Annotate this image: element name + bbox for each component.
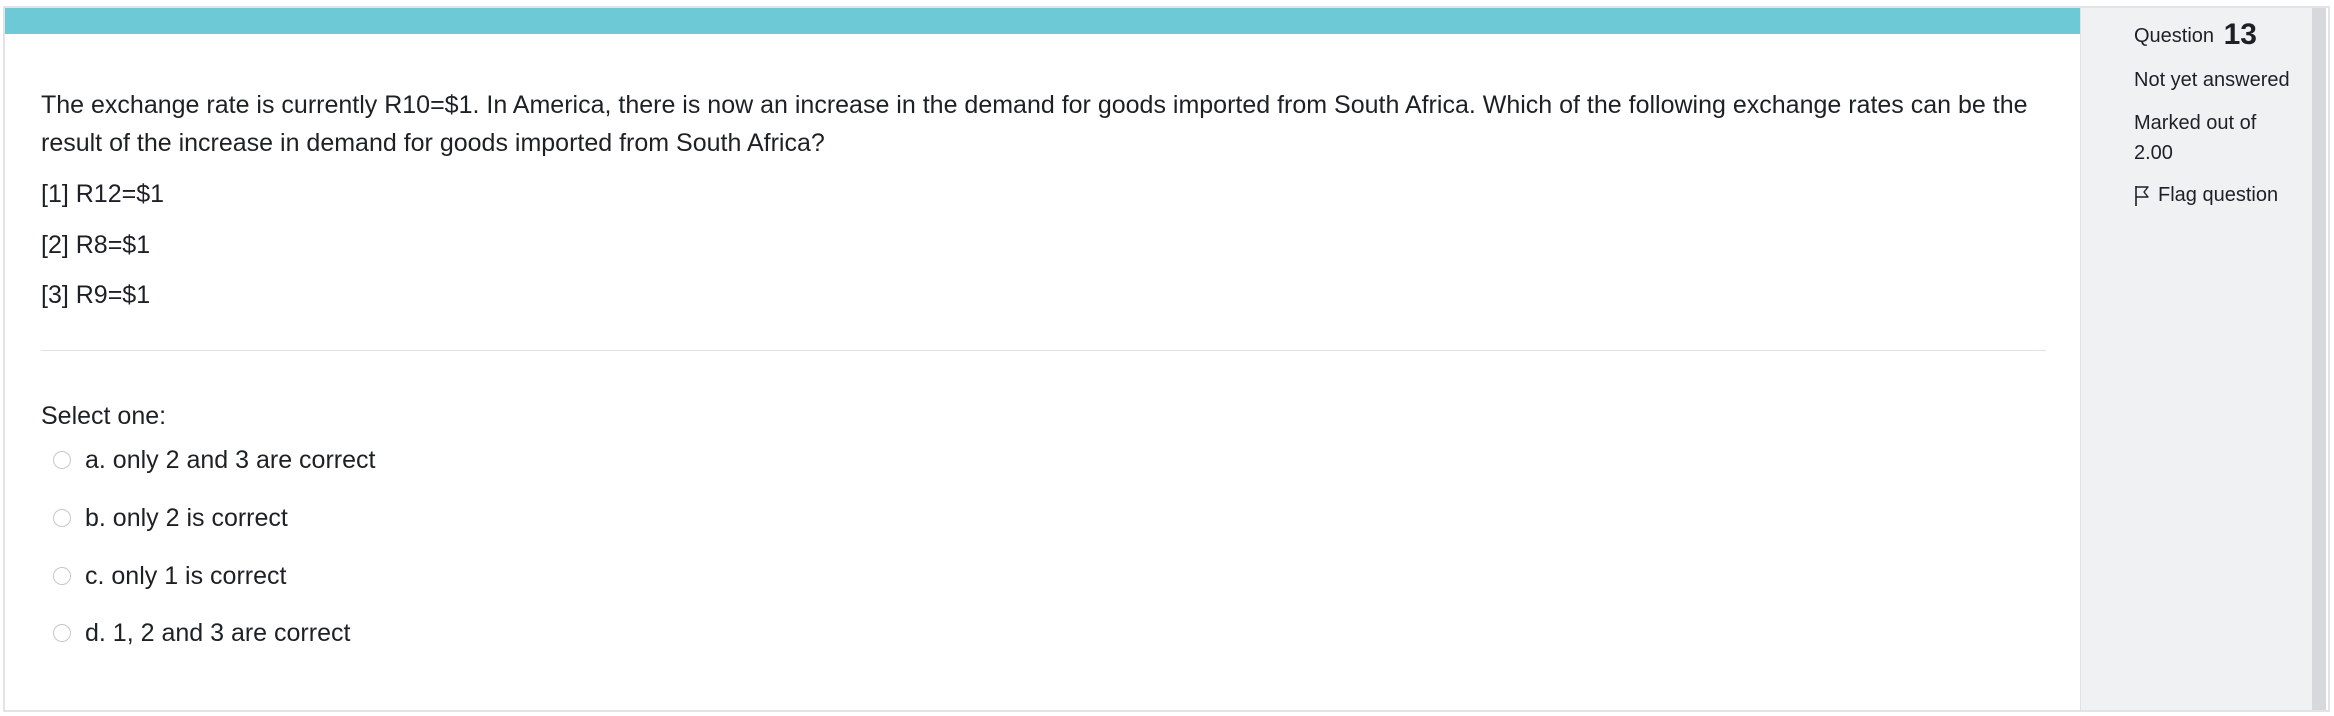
answer-status: Not yet answered [2134, 69, 2290, 91]
scrollbar[interactable] [2312, 8, 2326, 710]
marked-out-of-label: Marked out of [2134, 112, 2257, 134]
marked-out-of-value: 2.00 [2134, 142, 2173, 164]
statement-1: [1] R12=$1 [41, 180, 165, 208]
question-info-panel: Question 13 Not yet answered Marked out … [2080, 8, 2312, 710]
answer-label-a: a. only 2 and 3 are correct [85, 446, 376, 474]
answer-label-c: c. only 1 is correct [85, 562, 287, 590]
answer-option-a[interactable]: a. only 2 and 3 are correct [53, 441, 375, 479]
flag-outline-icon [2135, 185, 2149, 206]
statement-3: [3] R9=$1 [41, 281, 151, 309]
radio-d[interactable] [53, 624, 71, 642]
flag-question-label: Flag question [2158, 184, 2279, 206]
answer-option-b[interactable]: b. only 2 is correct [53, 499, 288, 537]
radio-c[interactable] [53, 567, 71, 585]
answer-label-b: b. only 2 is correct [85, 504, 288, 532]
question-accent-bar [5, 8, 2080, 34]
flag-question-button[interactable]: Flag question [2134, 184, 2278, 207]
divider [41, 350, 2046, 351]
question-label: Question [2134, 25, 2215, 47]
statement-2: [2] R8=$1 [41, 231, 151, 259]
answer-option-c[interactable]: c. only 1 is correct [53, 557, 286, 595]
question-number: 13 [2223, 18, 2257, 51]
question-card: The exchange rate is currently R10=$1. I… [3, 6, 2330, 712]
radio-a[interactable] [53, 451, 71, 469]
answer-option-d[interactable]: d. 1, 2 and 3 are correct [53, 614, 350, 652]
question-number-heading: Question 13 [2134, 18, 2257, 52]
question-text: The exchange rate is currently R10=$1. I… [41, 91, 2028, 157]
radio-b[interactable] [53, 509, 71, 527]
question-content: The exchange rate is currently R10=$1. I… [5, 8, 2080, 710]
answer-label-d: d. 1, 2 and 3 are correct [85, 619, 351, 647]
select-one-label: Select one: [41, 402, 167, 430]
